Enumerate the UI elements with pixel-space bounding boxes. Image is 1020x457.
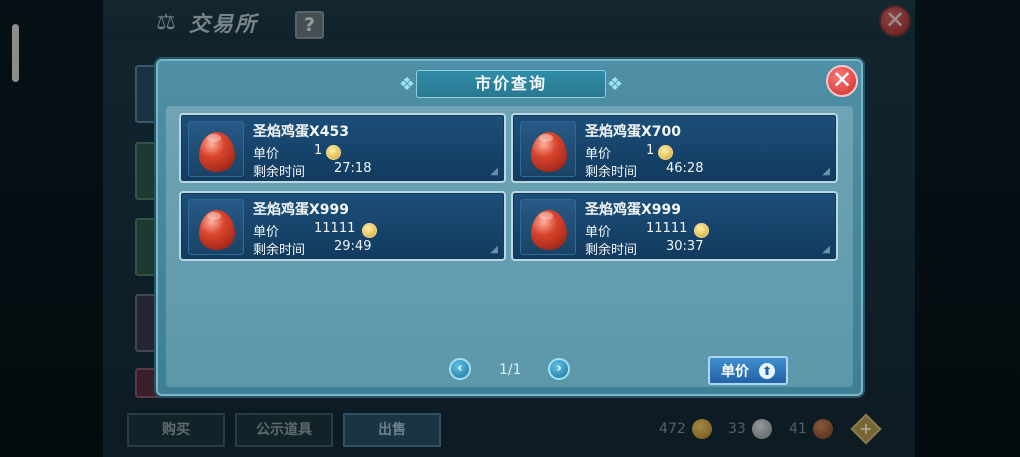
silver-amount: 33 — [728, 421, 746, 437]
swirl-ornament-icon: ❖ — [398, 74, 416, 95]
time-value: 30:37 — [666, 239, 704, 254]
egg-icon — [199, 210, 235, 250]
gold-coin-icon — [326, 145, 341, 160]
time-value: 46:28 — [666, 161, 704, 176]
time-label: 剩余时间 — [585, 243, 638, 258]
item-slot — [520, 199, 576, 255]
time-value: 27:18 — [334, 161, 372, 176]
listing-card[interactable]: 圣焰鸡蛋X453 单价 1 剩余时间 27:18 ◢ — [179, 113, 506, 183]
item-slot — [188, 121, 244, 177]
listing-card[interactable]: 圣焰鸡蛋X700 单价 1 剩余时间 46:28 ◢ — [511, 113, 838, 183]
copper-amount: 41 — [789, 421, 807, 437]
price-value: 11111 — [314, 221, 356, 236]
listing-card[interactable]: 圣焰鸡蛋X999 单价 11111 剩余时间 29:49 ◢ — [179, 191, 506, 261]
price-label: 单价 — [585, 147, 612, 162]
gold-coin-icon — [691, 419, 712, 439]
corner-mark: ◢ — [822, 244, 830, 255]
page-indicator: 1/1 — [499, 362, 522, 378]
corner-mark: ◢ — [490, 166, 498, 177]
price-value: 1 — [646, 143, 655, 158]
sort-ascending-icon: ⬆ — [759, 362, 775, 379]
dialog-title: 市价查询 — [474, 74, 547, 93]
gold-coin-icon — [658, 145, 673, 160]
gold-amount: 472 — [659, 421, 686, 437]
dialog-header: ❖ 市价查询 ❖ — [399, 70, 623, 98]
time-label: 剩余时间 — [253, 243, 306, 258]
help-button[interactable]: ? — [295, 11, 324, 39]
scale-icon: ⚖ — [156, 10, 176, 35]
item-name: 圣焰鸡蛋X999 — [585, 202, 682, 218]
window-title: 交易所 — [189, 12, 258, 36]
corner-mark: ◢ — [822, 166, 830, 177]
tab-public-items[interactable]: 公示道具 — [235, 413, 333, 447]
sort-button-label: 单价 — [721, 363, 749, 380]
silver-coin-icon — [751, 419, 772, 439]
listing-card[interactable]: 圣焰鸡蛋X999 单价 11111 剩余时间 30:37 ◢ — [511, 191, 838, 261]
plus-icon: + — [859, 419, 873, 438]
tab-sell[interactable]: 出售 — [343, 413, 441, 447]
scroll-indicator[interactable] — [12, 24, 19, 82]
egg-icon — [531, 132, 567, 172]
close-dialog-button[interactable]: ✕ — [826, 65, 858, 97]
time-label: 剩余时间 — [253, 165, 306, 180]
copper-currency: 41 — [789, 419, 833, 439]
gold-coin-icon — [362, 223, 377, 238]
time-label: 剩余时间 — [585, 165, 638, 180]
price-label: 单价 — [585, 225, 612, 240]
time-value: 29:49 — [334, 239, 372, 254]
price-label: 单价 — [253, 225, 280, 240]
swirl-ornament-icon: ❖ — [606, 74, 624, 95]
egg-icon — [531, 210, 567, 250]
next-page-button[interactable]: › — [548, 358, 570, 380]
egg-icon — [199, 132, 235, 172]
tab-buy[interactable]: 购买 — [127, 413, 225, 447]
price-value: 1 — [314, 143, 323, 158]
price-value: 11111 — [646, 221, 688, 236]
gold-coin-icon — [694, 223, 709, 238]
price-label: 单价 — [253, 147, 280, 162]
close-window-button[interactable]: ✕ — [879, 5, 911, 37]
item-slot — [188, 199, 244, 255]
sort-by-price-button[interactable]: 单价 ⬆ — [708, 356, 788, 385]
item-name: 圣焰鸡蛋X453 — [253, 124, 350, 140]
item-slot — [520, 121, 576, 177]
copper-coin-icon — [812, 419, 833, 439]
corner-mark: ◢ — [490, 244, 498, 255]
item-name: 圣焰鸡蛋X700 — [585, 124, 682, 140]
window-title-bar: ⚖ 交易所 — [153, 8, 258, 38]
prev-page-button[interactable]: ‹ — [449, 358, 471, 380]
item-name: 圣焰鸡蛋X999 — [253, 202, 350, 218]
gold-currency: 472 — [659, 419, 712, 439]
silver-currency: 33 — [728, 419, 772, 439]
